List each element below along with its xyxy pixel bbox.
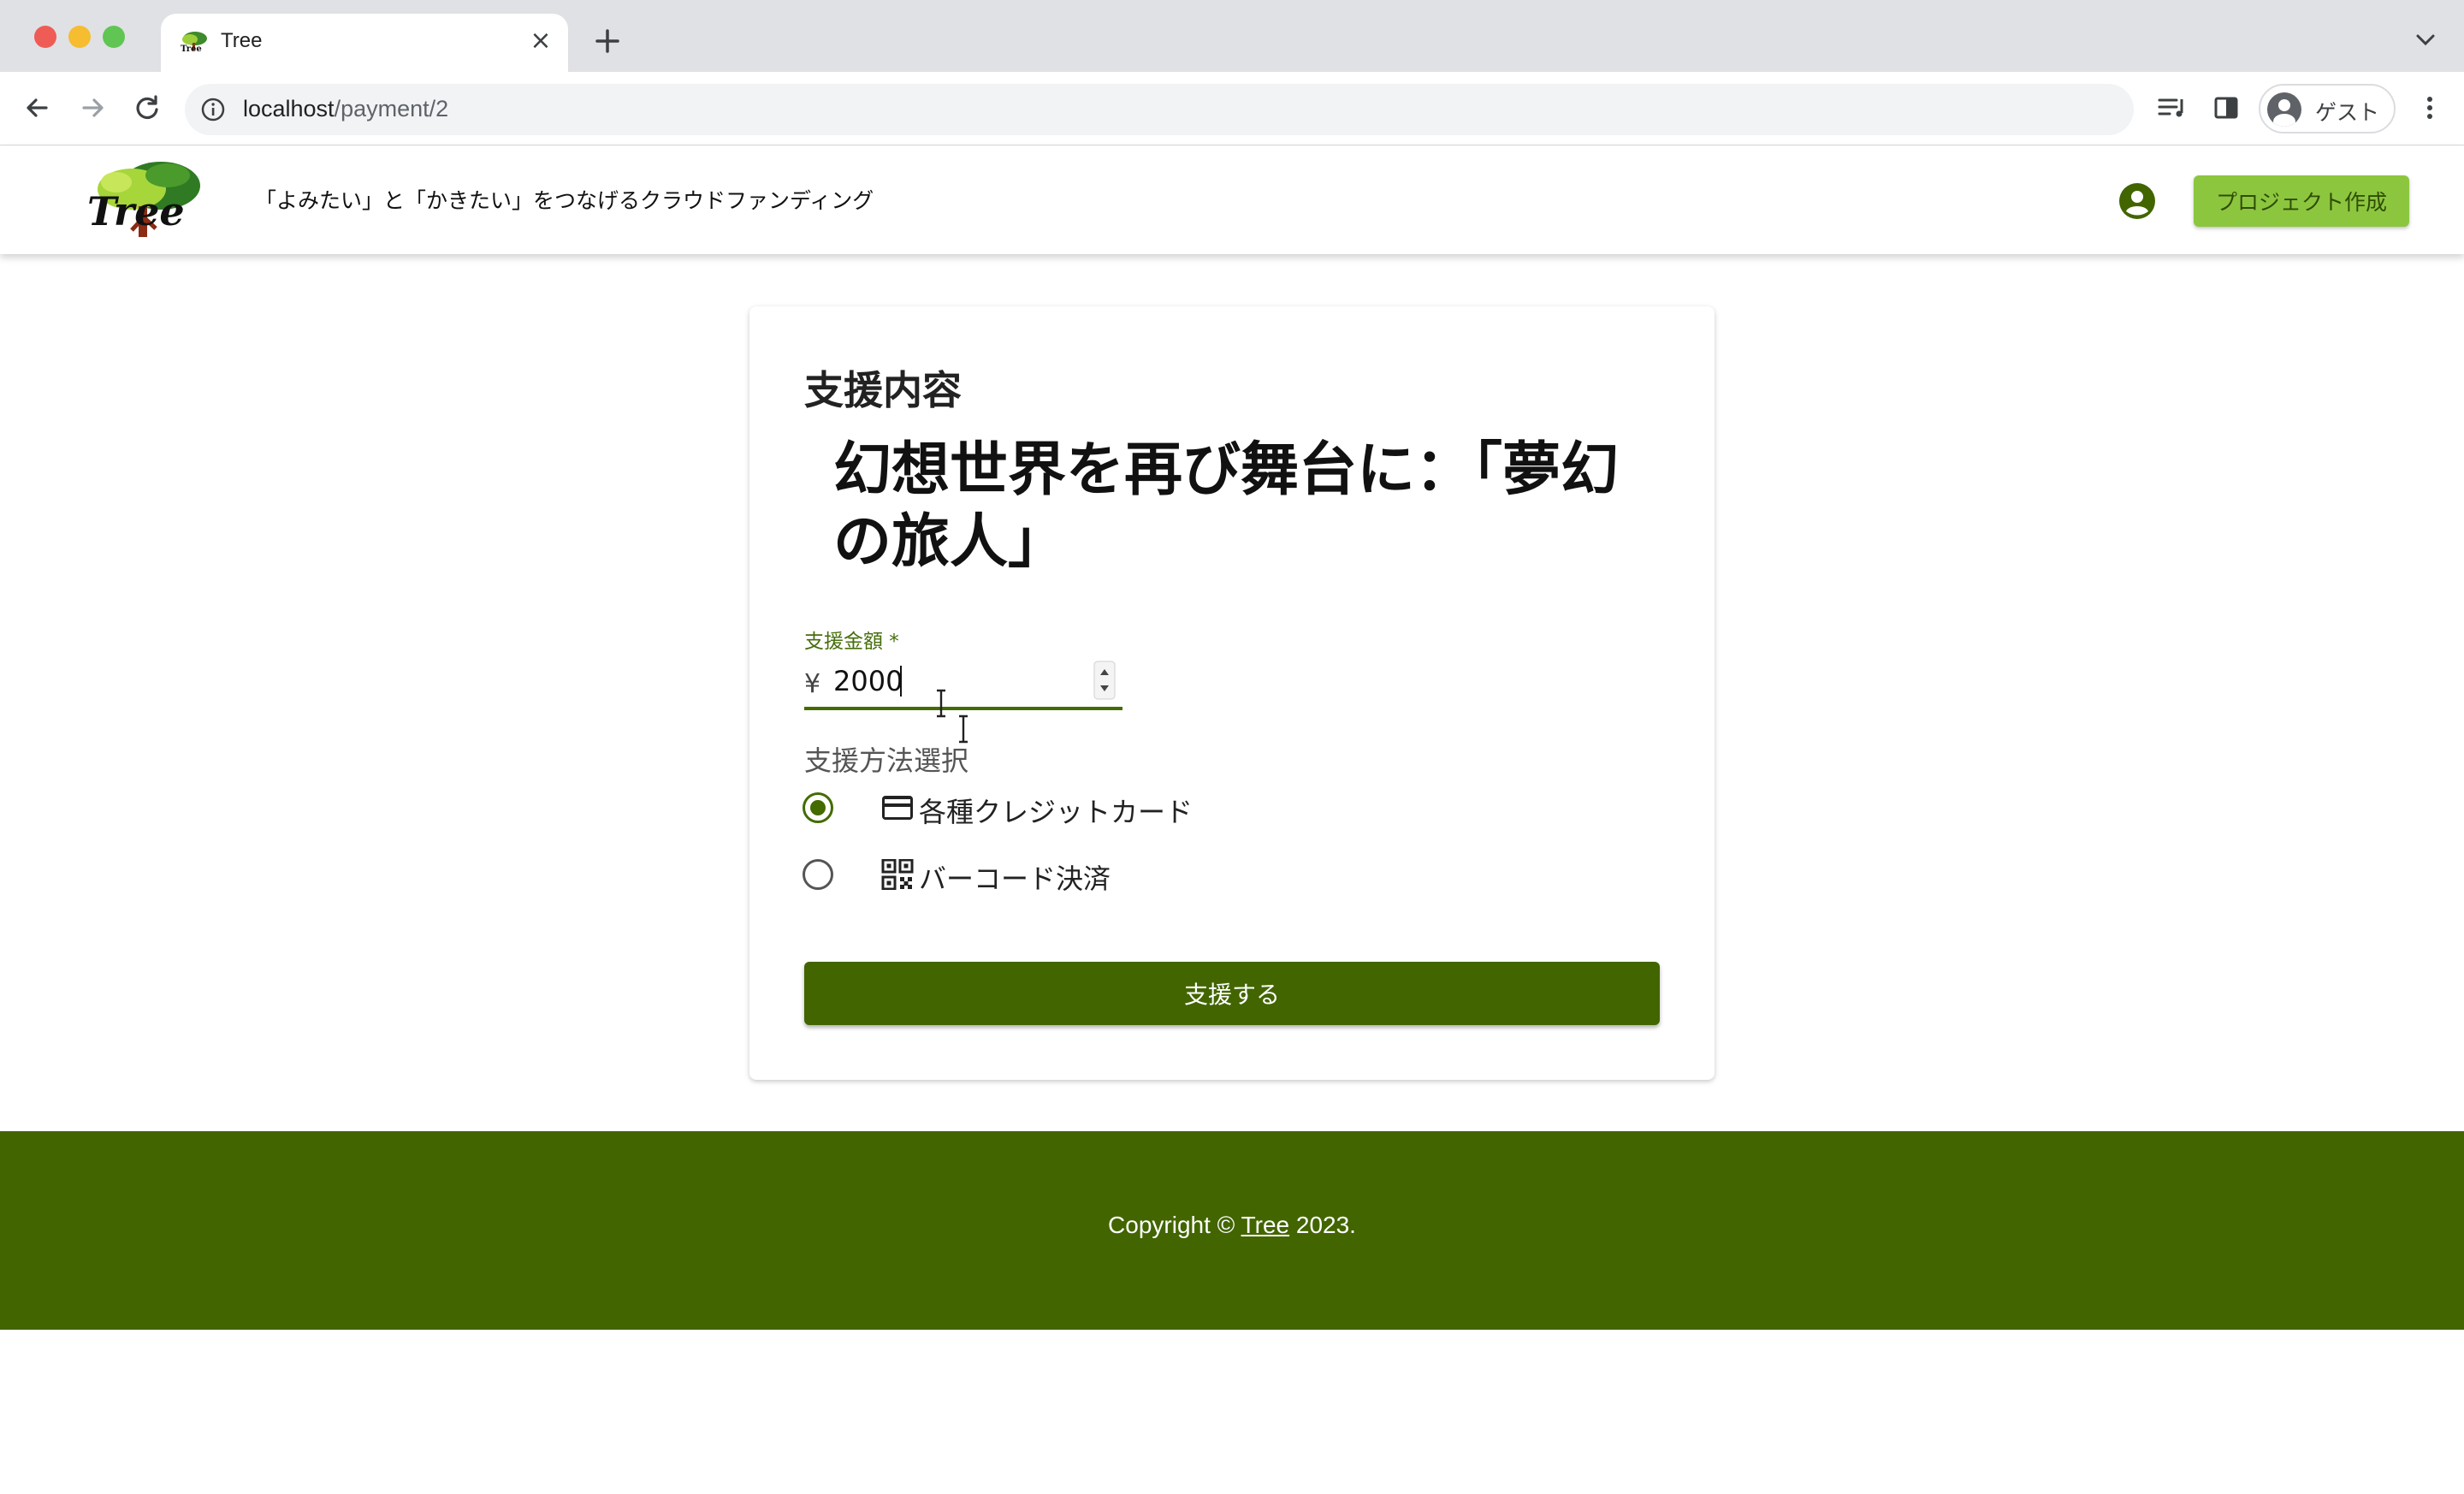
reading-list-icon[interactable] bbox=[2154, 91, 2189, 125]
payment-card: 支援内容 幻想世界を再び舞台に：「夢幻の旅人」 支援金額 * ¥ 支援方法選択 … bbox=[749, 306, 1715, 1080]
copyright-suffix: 2023. bbox=[1289, 1212, 1356, 1238]
tab-close-icon[interactable]: × bbox=[525, 26, 556, 56]
profile-button[interactable]: ゲスト bbox=[2259, 84, 2396, 133]
back-arrow-icon[interactable] bbox=[21, 91, 55, 125]
project-title: 幻想世界を再び舞台に：「夢幻の旅人」 bbox=[833, 436, 1620, 576]
credit-card-icon bbox=[882, 796, 913, 820]
payment-option-credit-card[interactable]: 各種クレジットカード bbox=[803, 786, 1316, 833]
currency-symbol: ¥ bbox=[804, 669, 821, 699]
app-header: Tree 「よみたい」と「かきたい」をつなげるクラウドファンディング プロジェク… bbox=[0, 146, 2464, 254]
address-bar[interactable]: localhost/payment/2 bbox=[185, 84, 2134, 135]
guest-avatar-icon bbox=[2267, 92, 2301, 127]
footer-tree-link[interactable]: Tree bbox=[1241, 1212, 1290, 1238]
amount-input[interactable] bbox=[833, 662, 1073, 700]
create-project-button[interactable]: プロジェクト作成 bbox=[2194, 175, 2409, 227]
profile-label: ゲスト bbox=[2315, 100, 2380, 125]
credit-card-label: 各種クレジットカード bbox=[919, 796, 1194, 828]
site-info-icon[interactable] bbox=[200, 97, 226, 122]
barcode-label: バーコード決済 bbox=[919, 863, 1111, 895]
payment-method-label: 支援方法選択 bbox=[804, 744, 969, 777]
forward-arrow-icon[interactable] bbox=[75, 91, 110, 125]
side-panel-icon[interactable] bbox=[2209, 91, 2243, 125]
ibeam-cursor-icon bbox=[937, 689, 945, 718]
tab-search-chevron-icon[interactable] bbox=[2413, 29, 2438, 50]
reload-icon[interactable] bbox=[130, 91, 164, 125]
browser-tab-active[interactable]: Tree Tree × bbox=[161, 14, 568, 72]
browser-tabstrip: Tree Tree × bbox=[0, 0, 2464, 72]
amount-label: 支援金額 * bbox=[804, 631, 899, 653]
window-close-button[interactable] bbox=[34, 26, 56, 48]
copyright-text: Copyright © Tree 2023. bbox=[0, 1212, 2464, 1239]
url-path: /payment/2 bbox=[334, 96, 449, 122]
payment-option-barcode[interactable]: バーコード決済 bbox=[803, 852, 1316, 900]
tree-favicon-icon: Tree bbox=[181, 32, 207, 54]
site-footer: Copyright © Tree 2023. bbox=[0, 1131, 2464, 1330]
number-stepper-icon[interactable] bbox=[1093, 661, 1116, 700]
amount-field[interactable]: ¥ bbox=[804, 650, 1122, 710]
browser-toolbar: localhost/payment/2 ゲスト bbox=[0, 72, 2464, 145]
card-heading: 支援内容 bbox=[804, 367, 962, 413]
window-zoom-button[interactable] bbox=[103, 26, 125, 48]
more-menu-icon[interactable] bbox=[2413, 91, 2447, 125]
url-host: localhost bbox=[243, 96, 335, 122]
site-tagline: 「よみたい」と「かきたい」をつなげるクラウドファンディング bbox=[255, 188, 874, 213]
svg-text:Tree: Tree bbox=[87, 188, 185, 234]
window-minimize-button[interactable] bbox=[68, 26, 91, 48]
tree-logo[interactable]: Tree bbox=[82, 157, 210, 242]
new-tab-icon[interactable] bbox=[590, 24, 625, 58]
svg-text:Tree: Tree bbox=[181, 44, 202, 54]
text-caret bbox=[900, 666, 902, 697]
copyright-prefix: Copyright © bbox=[1108, 1212, 1241, 1238]
tab-title: Tree bbox=[221, 29, 263, 52]
account-circle-icon[interactable] bbox=[2118, 182, 2156, 220]
support-submit-button[interactable]: 支援する bbox=[804, 962, 1660, 1025]
url-text[interactable]: localhost/payment/2 bbox=[243, 96, 448, 122]
radio-barcode[interactable] bbox=[803, 859, 833, 890]
qr-code-icon bbox=[881, 859, 914, 890]
radio-credit-card[interactable] bbox=[803, 792, 833, 823]
